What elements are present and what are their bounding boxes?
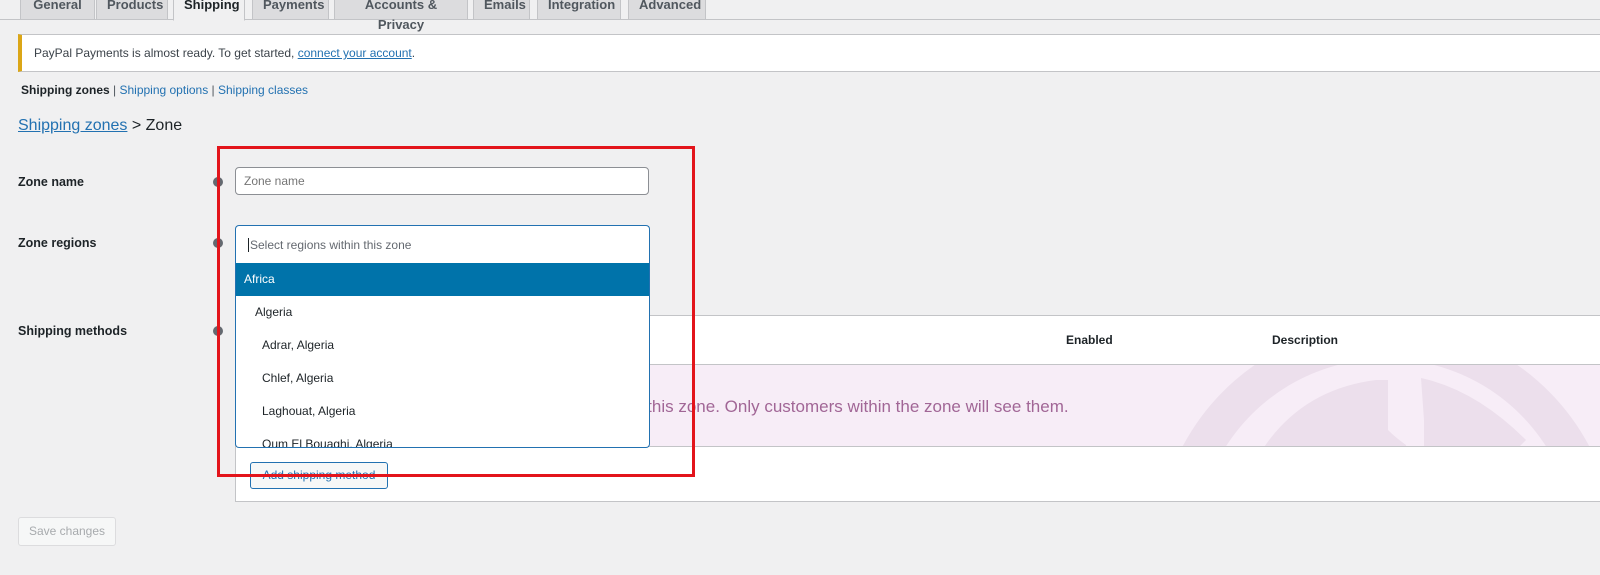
zone-regions-placeholder: Select regions within this zone	[250, 238, 412, 252]
tab-payments[interactable]: Payments	[252, 0, 329, 19]
tab-shipping[interactable]: Shipping	[173, 0, 245, 21]
help-tip-icon[interactable]	[213, 238, 223, 248]
tab-emails[interactable]: Emails	[473, 0, 530, 19]
tab-general[interactable]: General	[20, 0, 95, 19]
breadcrumb-current: Zone	[145, 117, 183, 134]
subnav-shipping-zones[interactable]: Shipping zones	[21, 83, 110, 97]
woocommerce-watermark-icon	[1182, 365, 1590, 446]
region-option-adrar[interactable]: Adrar, Algeria	[236, 329, 649, 362]
settings-tab-bar: General Products Shipping Payments Accou…	[0, 0, 1600, 32]
subnav-shipping-classes[interactable]: Shipping classes	[218, 83, 308, 97]
region-option-laghouat[interactable]: Laghouat, Algeria	[236, 395, 649, 428]
region-option-oum-el-bouaghi[interactable]: Oum El Bouaghi, Algeria	[236, 428, 649, 447]
region-option-africa[interactable]: Africa	[236, 263, 649, 296]
connect-account-link[interactable]: connect your account	[298, 46, 412, 60]
subnav-separator: |	[109, 83, 120, 97]
blank-state-message: n this zone. Only customers within the z…	[633, 397, 1069, 416]
zone-name-input[interactable]	[235, 167, 649, 195]
column-header-enabled: Enabled	[1066, 333, 1113, 347]
region-option-algeria[interactable]: Algeria	[236, 296, 649, 329]
shipping-subnav: Shipping zones | Shipping options | Ship…	[21, 83, 308, 97]
text-cursor	[248, 238, 249, 252]
tab-accounts-privacy[interactable]: Accounts & Privacy	[334, 0, 468, 32]
breadcrumb-shipping-zones-link[interactable]: Shipping zones	[18, 117, 127, 134]
zone-regions-label: Zone regions	[18, 236, 97, 250]
tab-integration[interactable]: Integration	[537, 0, 621, 19]
zone-regions-dropdown[interactable]: Africa Algeria Adrar, Algeria Chlef, Alg…	[235, 263, 650, 448]
paypal-notice: PayPal Payments is almost ready. To get …	[18, 34, 1600, 72]
breadcrumb: Shipping zones > Zone	[18, 117, 182, 135]
breadcrumb-separator: >	[127, 117, 146, 134]
add-shipping-method-button[interactable]: Add shipping method	[250, 462, 388, 489]
zone-regions-search-input[interactable]: Select regions within this zone	[235, 225, 650, 263]
notice-text: PayPal Payments is almost ready. To get …	[34, 46, 298, 60]
shipping-methods-label: Shipping methods	[18, 324, 128, 338]
tab-advanced[interactable]: Advanced	[628, 0, 706, 19]
region-option-chlef[interactable]: Chlef, Algeria	[236, 362, 649, 395]
help-tip-icon[interactable]	[213, 326, 223, 336]
column-header-description: Description	[1272, 333, 1339, 347]
save-changes-button[interactable]: Save changes	[18, 517, 116, 546]
help-tip-icon[interactable]	[213, 177, 223, 187]
tab-products[interactable]: Products	[96, 0, 168, 19]
subnav-shipping-options[interactable]: Shipping options	[119, 83, 208, 97]
notice-suffix: .	[411, 46, 416, 60]
subnav-separator: |	[208, 83, 218, 97]
zone-name-label: Zone name	[18, 175, 84, 189]
